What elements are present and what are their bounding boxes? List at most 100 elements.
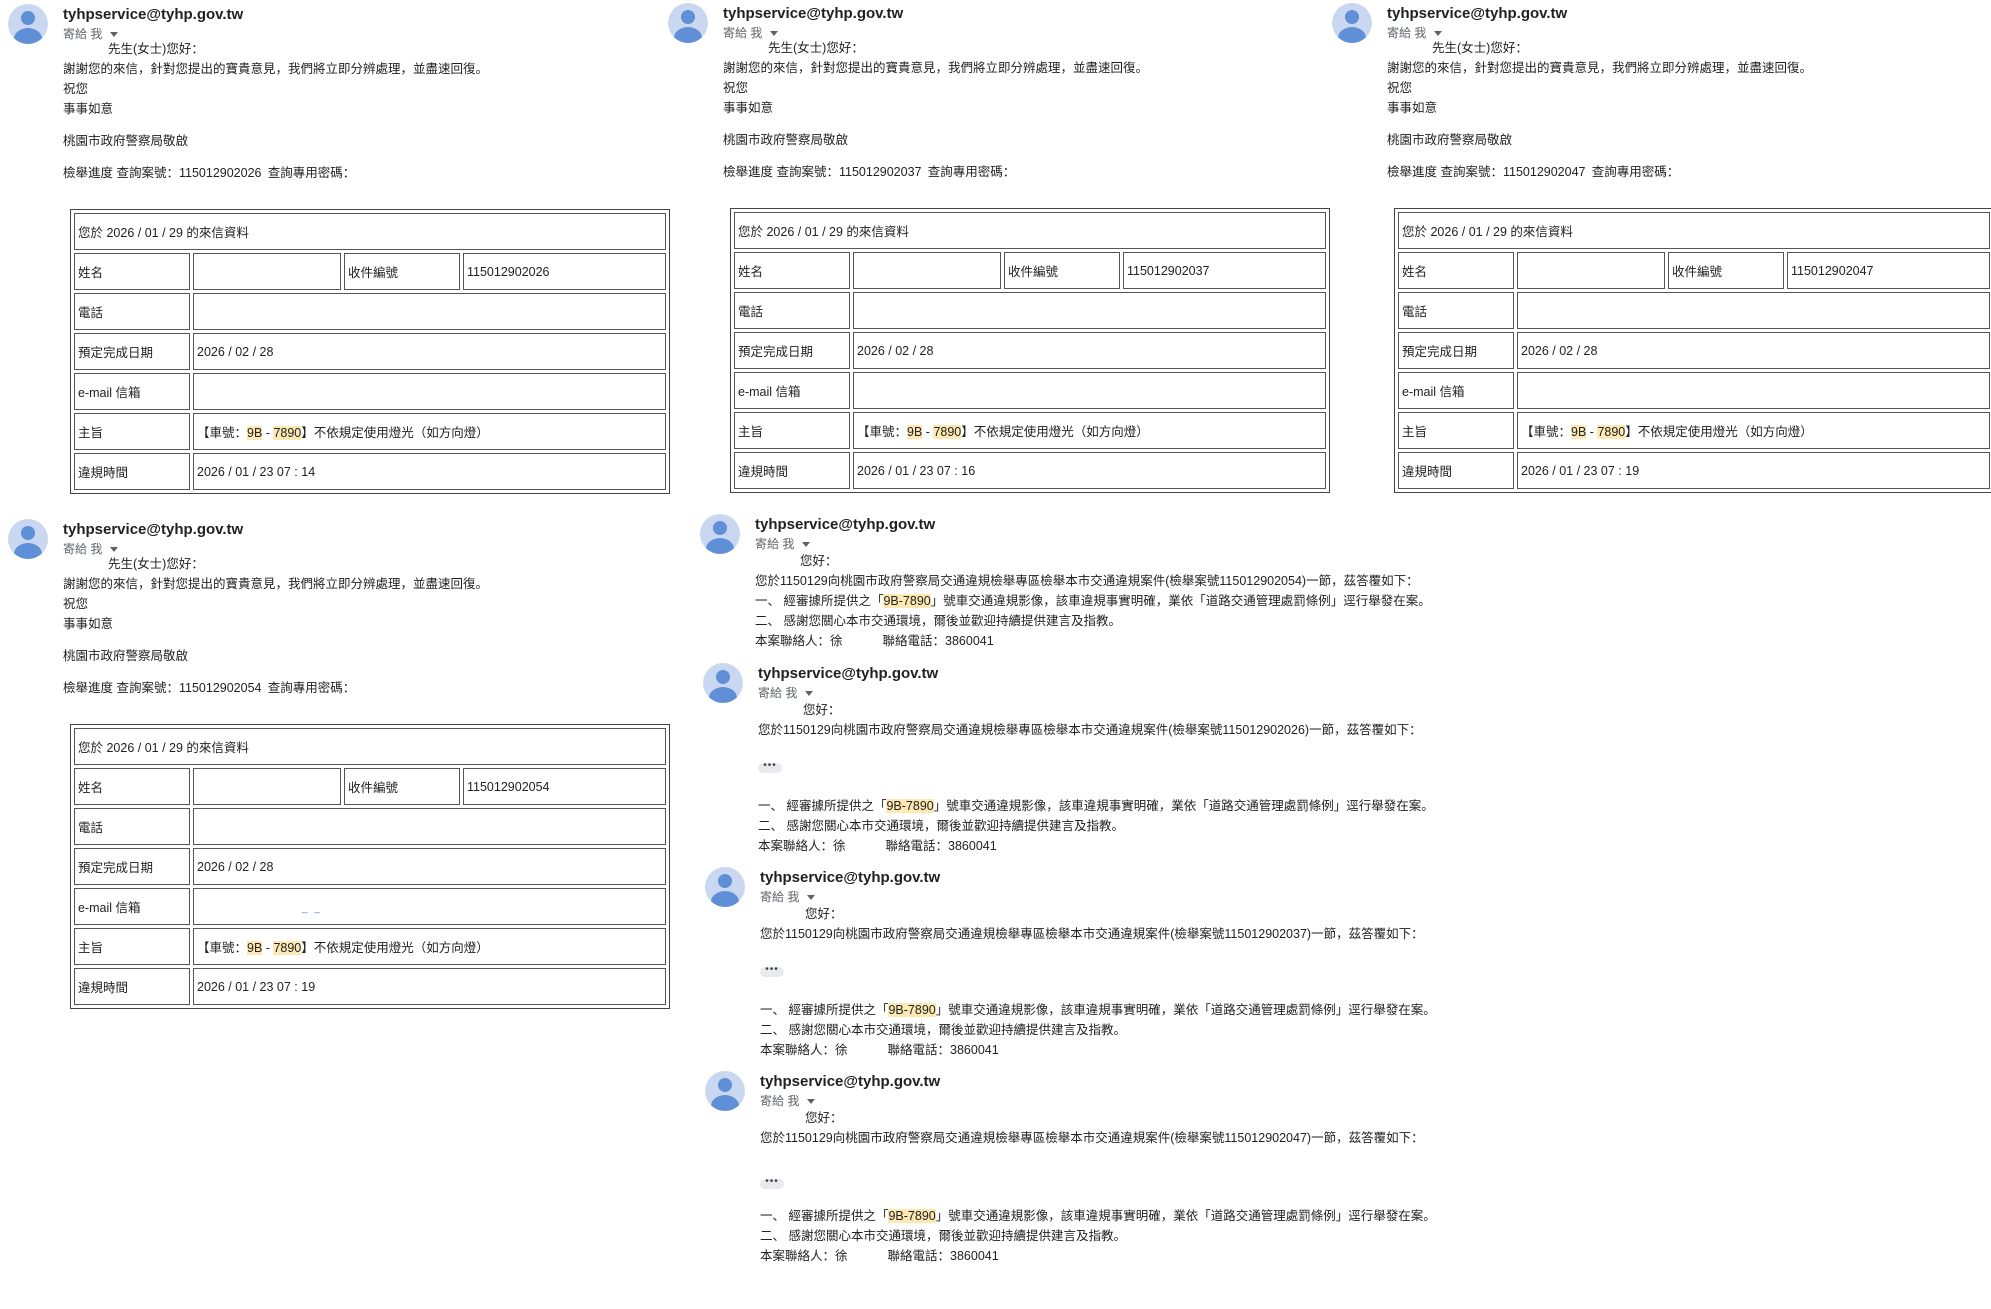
avatar[interactable]: [8, 519, 48, 559]
signature: 桃園市政府警察局敬啟: [723, 133, 849, 147]
name-label: 姓名: [1398, 252, 1514, 289]
plate-highlight: 9B: [247, 426, 263, 440]
subject-label: 主旨: [74, 928, 190, 965]
case-number: 115012902054: [178, 681, 262, 695]
sender-name[interactable]: tyhpservice@tyhp.gov.tw: [63, 6, 243, 23]
chevron-down-icon[interactable]: [807, 895, 816, 901]
receipt-label: 收件編號: [344, 253, 460, 290]
email-body: 先生(女士)您好： 謝謝您的來信，針對您提出的寶貴意見，我們將立即分辨處理，並盡…: [63, 554, 488, 698]
show-trimmed-content-button[interactable]: •••: [760, 1177, 784, 1189]
receipt-label: 收件編號: [1668, 252, 1784, 289]
email-body: 先生(女士)您好： 謝謝您的來信，針對您提出的寶貴意見，我們將立即分辨處理，並盡…: [63, 39, 488, 183]
avatar[interactable]: [1332, 3, 1372, 43]
item-1: 一、 經審據所提供之「9B-7890」號車交通違規影像，該車違規事實明確，業依「…: [758, 799, 1434, 813]
chevron-down-icon[interactable]: [1434, 31, 1443, 37]
case-number: 115012902047: [1224, 1131, 1307, 1145]
chevron-down-icon[interactable]: [110, 547, 119, 553]
signature: 桃園市政府警察局敬啟: [63, 134, 189, 148]
contact-line: 本案聯絡人：徐 聯絡電話：3860041: [755, 634, 994, 648]
reply-body: 您好： 您於1150129向桃園市政府警察局交通違規檢舉專區檢舉本市交通違規案件…: [758, 700, 1434, 856]
thanks-text: 謝謝您的來信，針對您提出的寶貴意見，我們將立即分辨處理，並盡速回復。: [63, 577, 489, 591]
case-form-table: 您於 2026 / 01 / 29 的來信資料 姓名 收件編號 11501290…: [70, 209, 670, 494]
avatar[interactable]: [8, 4, 48, 44]
reply-intro: 您於1150129向桃園市政府警察局交通違規檢舉專區檢舉本市交通違規案件(檢舉案…: [755, 574, 1419, 588]
hello-text: 您好：: [805, 907, 843, 921]
wish-text: 祝您: [1387, 81, 1413, 95]
signature: 桃園市政府警察局敬啟: [1387, 133, 1513, 147]
due-value: 2026 / 02 / 28: [853, 332, 1326, 369]
show-trimmed-content-button[interactable]: •••: [758, 761, 782, 773]
time-label: 違規時間: [734, 452, 850, 489]
plate-highlight: 9B: [247, 941, 263, 955]
name-value: [1517, 252, 1665, 289]
progress-line: 檢舉進度 查詢案號：115012902026 查詢專用密碼：: [63, 166, 356, 180]
subject-value: 【車號：9B - 7890】不依規定使用燈光（如方向燈）: [193, 928, 666, 965]
receipt-label: 收件編號: [1004, 252, 1120, 289]
thanks-text: 謝謝您的來信，針對您提出的寶貴意見，我們將立即分辨處理，並盡速回復。: [63, 62, 489, 76]
wish-text: 祝您: [63, 82, 89, 96]
email-value: _ _: [193, 888, 666, 925]
greeting: 先生(女士)您好：: [1432, 41, 1528, 55]
avatar[interactable]: [705, 867, 745, 907]
chevron-down-icon[interactable]: [807, 1099, 816, 1105]
case-number: 115012902054: [1219, 574, 1302, 588]
due-label: 預定完成日期: [734, 332, 850, 369]
phone-value: [193, 808, 666, 845]
due-value: 2026 / 02 / 28: [193, 848, 666, 885]
phone-label: 電話: [734, 292, 850, 329]
item-1: 一、 經審據所提供之「9B-7890」號車交通違規影像，該車違規事實明確，業依「…: [755, 594, 1431, 608]
reply-email-3: tyhpservice@tyhp.gov.tw 寄給 我 您好： 您於11501…: [705, 867, 1705, 1067]
sender-name[interactable]: tyhpservice@tyhp.gov.tw: [63, 521, 243, 538]
phone-label: 電話: [74, 808, 190, 845]
sender-name[interactable]: tyhpservice@tyhp.gov.tw: [760, 869, 940, 886]
name-label: 姓名: [74, 253, 190, 290]
show-trimmed-content-button[interactable]: •••: [760, 965, 784, 977]
email-label: e-mail 信箱: [1398, 372, 1514, 409]
avatar[interactable]: [668, 3, 708, 43]
receipt-value: 115012902047: [1787, 252, 1990, 289]
chevron-down-icon[interactable]: [770, 31, 779, 37]
chevron-down-icon[interactable]: [802, 542, 811, 548]
reply-intro: 您於1150129向桃園市政府警察局交通違規檢舉專區檢舉本市交通違規案件(檢舉案…: [760, 927, 1424, 941]
form-title: 您於 2026 / 01 / 29 的來信資料: [734, 212, 1326, 249]
form-email-2: tyhpservice@tyhp.gov.tw 寄給 我 先生(女士)您好： 謝…: [668, 3, 1338, 513]
subject-label: 主旨: [734, 412, 850, 449]
email-label: e-mail 信箱: [74, 373, 190, 410]
more-wrap: •••: [760, 1148, 1436, 1206]
hello-text: 您好：: [803, 703, 841, 717]
plate-highlight: 9B: [907, 425, 923, 439]
case-number: 115012902037: [1224, 927, 1307, 941]
reply-intro: 您於1150129向桃園市政府警察局交通違規檢舉專區檢舉本市交通違規案件(檢舉案…: [758, 723, 1422, 737]
avatar[interactable]: [703, 663, 743, 703]
sender-name[interactable]: tyhpservice@tyhp.gov.tw: [755, 516, 935, 533]
receipt-value: 115012902037: [1123, 252, 1326, 289]
avatar[interactable]: [700, 514, 740, 554]
recipient-dropdown[interactable]: 寄給 我: [758, 684, 814, 701]
form-title: 您於 2026 / 01 / 29 的來信資料: [74, 728, 666, 765]
item-2: 二、 感謝您關心本市交通環境，爾後並歡迎持續提供建言及指教。: [760, 1229, 1126, 1243]
thanks-text: 謝謝您的來信，針對您提出的寶貴意見，我們將立即分辨處理，並盡速回復。: [1387, 61, 1813, 75]
time-label: 違規時間: [74, 968, 190, 1005]
receipt-value: 115012902026: [463, 253, 666, 290]
chevron-down-icon[interactable]: [805, 691, 814, 697]
recipient-dropdown[interactable]: 寄給 我: [760, 888, 816, 905]
form-title: 您於 2026 / 01 / 29 的來信資料: [74, 213, 666, 250]
sender-name[interactable]: tyhpservice@tyhp.gov.tw: [723, 5, 903, 22]
sender-name[interactable]: tyhpservice@tyhp.gov.tw: [1387, 5, 1567, 22]
more-wrap: •••: [760, 944, 1436, 1000]
recipient-dropdown[interactable]: 寄給 我: [760, 1092, 816, 1109]
avatar[interactable]: [705, 1071, 745, 1111]
item-1: 一、 經審據所提供之「9B-7890」號車交通違規影像，該車違規事實明確，業依「…: [760, 1209, 1436, 1223]
wish-text: 祝您: [63, 597, 89, 611]
item-2: 二、 感謝您關心本市交通環境，爾後並歡迎持續提供建言及指教。: [760, 1023, 1126, 1037]
recipient-dropdown[interactable]: 寄給 我: [755, 535, 811, 552]
reply-intro: 您於1150129向桃園市政府警察局交通違規檢舉專區檢舉本市交通違規案件(檢舉案…: [760, 1131, 1424, 1145]
signature: 桃園市政府警察局敬啟: [63, 649, 189, 663]
email-label: e-mail 信箱: [734, 372, 850, 409]
chevron-down-icon[interactable]: [110, 32, 119, 38]
email-mark: _ _: [302, 902, 322, 914]
sender-name[interactable]: tyhpservice@tyhp.gov.tw: [758, 665, 938, 682]
form-email-3: tyhpservice@tyhp.gov.tw 寄給 我 先生(女士)您好： 謝…: [1332, 3, 1991, 513]
plate-highlight: 9B-7890: [888, 1003, 936, 1017]
sender-name[interactable]: tyhpservice@tyhp.gov.tw: [760, 1073, 940, 1090]
